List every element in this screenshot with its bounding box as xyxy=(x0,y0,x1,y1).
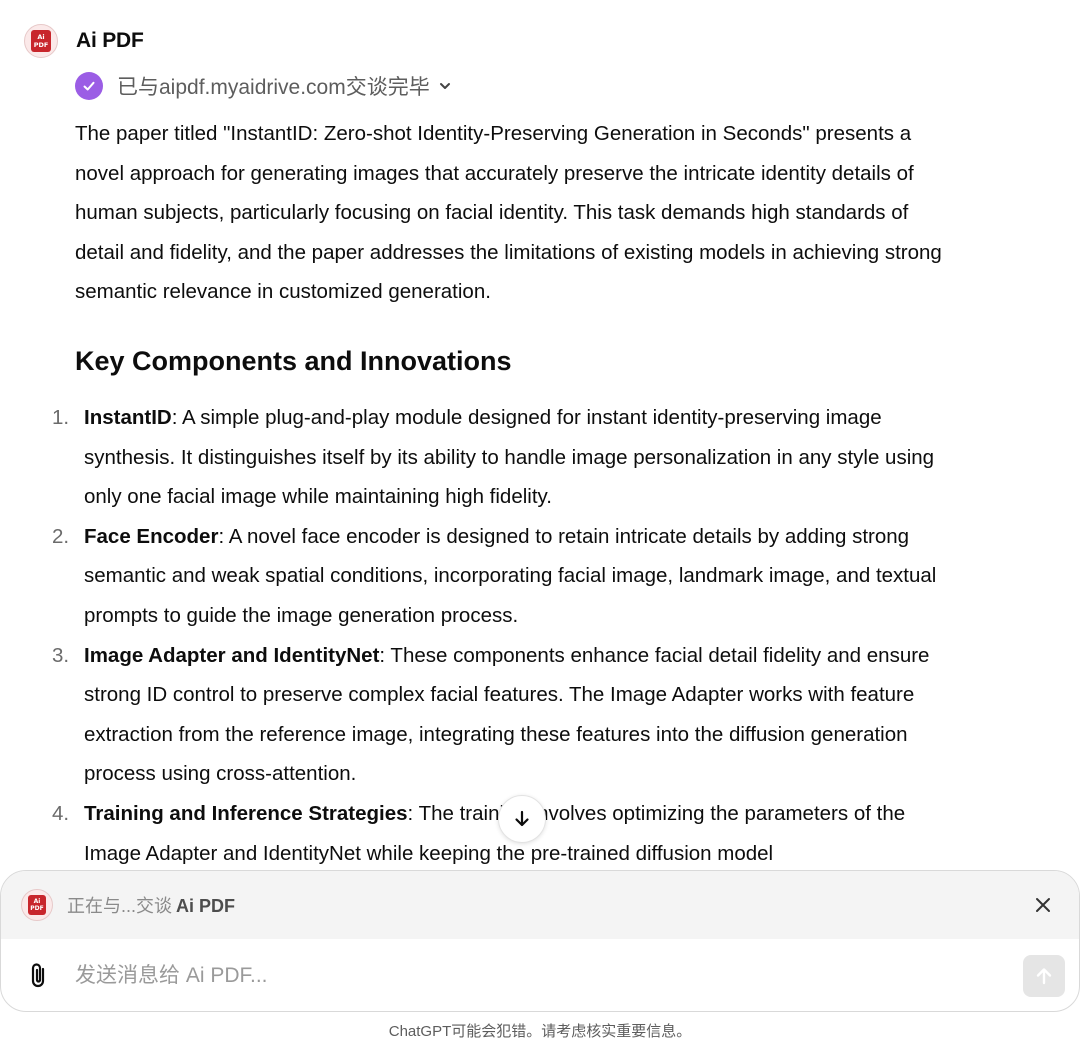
arrow-up-icon xyxy=(1033,965,1055,987)
paperclip-icon[interactable] xyxy=(25,961,53,996)
talking-prefix: 正在与...交谈 xyxy=(67,896,173,916)
status-text: 已与aipdf.myaidrive.com交谈完毕 xyxy=(117,76,430,99)
avatar-text-bottom: PDF xyxy=(33,41,49,49)
pdf-avatar-icon: Ai PDF xyxy=(24,24,58,58)
avatar-text-bottom: PDF xyxy=(30,905,44,912)
check-circle-icon xyxy=(75,72,103,100)
list-term: InstantID xyxy=(84,406,172,429)
pdf-badge: Ai PDF xyxy=(28,895,46,915)
list-number: 4. xyxy=(52,801,70,825)
avatar-text-top: Ai xyxy=(33,898,41,905)
avatar-text-top: Ai xyxy=(37,33,45,41)
list-number: 2. xyxy=(52,524,70,548)
action-status[interactable]: 已与aipdf.myaidrive.com交谈完毕 xyxy=(75,71,452,101)
input-row xyxy=(1,939,1079,1011)
scroll-to-bottom-button[interactable] xyxy=(498,795,546,843)
disclaimer-text: ChatGPT可能会犯错。请考虑核实重要信息。 xyxy=(388,1023,692,1040)
list-item: 2. Face Encoder: A novel face encoder is … xyxy=(52,517,945,636)
list-text: : A simple plug-and-play module designed… xyxy=(84,406,935,509)
message-header: Ai PDF Ai PDF xyxy=(24,24,144,58)
list-term: Face Encoder xyxy=(84,524,219,548)
talking-with-label: 正在与...交谈 Ai PDF xyxy=(67,892,235,918)
list-term: Image Adapter and IdentityNet xyxy=(84,643,380,667)
pdf-avatar-icon: Ai PDF xyxy=(21,889,53,921)
gpt-name: Ai PDF xyxy=(76,29,144,52)
composer: Ai PDF 正在与...交谈 Ai PDF xyxy=(0,870,1080,1012)
list-number: 3. xyxy=(52,643,70,667)
intro-paragraph: The paper titled "InstantID: Zero-shot I… xyxy=(75,122,942,304)
list-number: 1. xyxy=(52,406,70,429)
send-button[interactable] xyxy=(1023,955,1065,997)
message-input[interactable] xyxy=(75,957,975,995)
pdf-badge: Ai PDF xyxy=(31,30,51,52)
list-term: Training and Inference Strategies xyxy=(84,801,408,825)
list-item: 1. InstantID: A simple plug-and-play modu… xyxy=(52,398,945,517)
chevron-down-icon[interactable] xyxy=(438,79,452,93)
section-heading: Key Components and Innovations xyxy=(75,346,512,376)
list-item: 3. Image Adapter and IdentityNet: These c… xyxy=(52,636,945,794)
gpt-mention-bar: Ai PDF 正在与...交谈 Ai PDF xyxy=(1,871,1079,939)
close-icon[interactable] xyxy=(1031,893,1055,917)
talking-gpt-name: Ai PDF xyxy=(176,896,236,916)
message-content: The paper titled "InstantID: Zero-shot I… xyxy=(52,114,945,865)
arrow-down-icon xyxy=(512,809,532,829)
